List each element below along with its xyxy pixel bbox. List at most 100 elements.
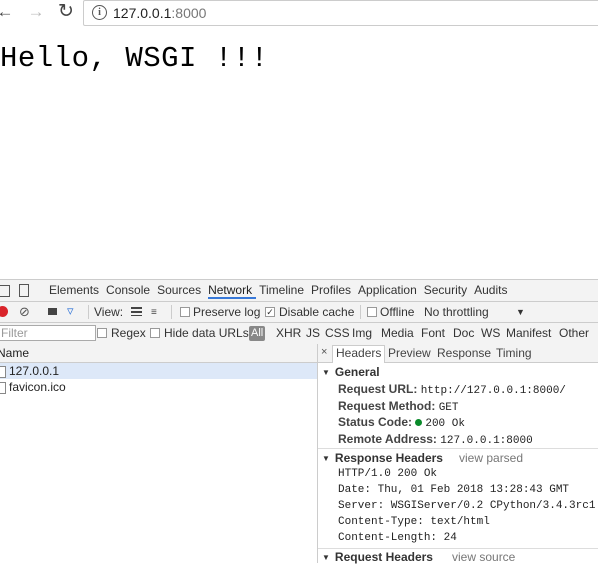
address-bar[interactable]: i 127.0.0.1:8000 xyxy=(83,0,598,26)
device-mode-icon[interactable] xyxy=(19,284,29,297)
view-parsed-link[interactable]: view parsed xyxy=(459,451,523,465)
request-url-row: Request URL: http://127.0.0.1:8000/ xyxy=(338,382,566,397)
preserve-log-label: Preserve log xyxy=(193,305,261,319)
tab-profiles[interactable]: Profiles xyxy=(311,283,355,299)
disable-cache-label: Disable cache xyxy=(279,305,355,319)
response-headers-section-header[interactable]: ▼ Response Headers xyxy=(322,451,443,465)
record-icon[interactable] xyxy=(0,306,8,317)
filter-other[interactable]: Other xyxy=(559,326,589,340)
general-section-header[interactable]: ▼ General xyxy=(322,365,380,379)
file-icon xyxy=(0,382,6,394)
regex-label: Regex xyxy=(111,326,146,340)
status-code-row: Status Code: 200 Ok xyxy=(338,415,465,430)
devtools-tabs: Elements Console Sources Network Timelin… xyxy=(49,283,514,299)
devtools-panel: Elements Console Sources Network Timelin… xyxy=(0,279,598,564)
status-code-label: Status Code: xyxy=(338,415,413,429)
tab-timing[interactable]: Timing xyxy=(496,346,532,360)
filter-img[interactable]: Img xyxy=(352,326,372,340)
tab-elements[interactable]: Elements xyxy=(49,283,103,299)
back-arrow-icon[interactable]: ← xyxy=(0,3,14,21)
inspect-element-icon[interactable] xyxy=(0,285,10,297)
page-body-text: Hello, WSGI !!! xyxy=(0,42,269,75)
response-header-line: Date: Thu, 01 Feb 2018 13:28:43 GMT xyxy=(338,484,570,496)
toolbar-divider xyxy=(88,305,89,319)
tab-headers[interactable]: Headers xyxy=(332,345,386,363)
status-ok-icon xyxy=(415,419,423,426)
request-method-label: Request Method: xyxy=(338,399,436,413)
capture-screenshots-icon[interactable] xyxy=(48,308,57,315)
close-icon[interactable]: × xyxy=(321,346,327,358)
tab-network[interactable]: Network xyxy=(208,283,257,299)
devtools-tabbar: Elements Console Sources Network Timelin… xyxy=(0,280,598,302)
filter-css[interactable]: CSS xyxy=(325,326,350,340)
disable-cache-checkbox[interactable]: ✓ xyxy=(265,307,275,317)
filter-doc[interactable]: Doc xyxy=(453,326,474,340)
tab-response[interactable]: Response xyxy=(437,346,491,360)
request-details: × Headers Preview Response Timing ▼ Gener… xyxy=(318,344,598,564)
hide-data-urls-label: Hide data URLs xyxy=(164,326,249,340)
reload-icon[interactable]: ↻ xyxy=(57,2,75,21)
response-header-line: Content-Length: 24 xyxy=(338,532,457,544)
url-text[interactable]: 127.0.0.1:8000 xyxy=(113,5,206,21)
tab-console[interactable]: Console xyxy=(106,283,154,299)
remote-address-label: Remote Address: xyxy=(338,432,437,446)
filter-icon[interactable]: ▿ xyxy=(67,303,74,319)
clear-icon[interactable]: ⊘ xyxy=(19,304,30,320)
chevron-down-icon[interactable]: ▼ xyxy=(516,307,525,317)
tab-preview[interactable]: Preview xyxy=(388,346,431,360)
tab-sources[interactable]: Sources xyxy=(157,283,205,299)
remote-address-row: Remote Address: 127.0.0.1:8000 xyxy=(338,432,533,447)
toolbar-divider xyxy=(171,305,172,319)
filter-input[interactable]: Filter xyxy=(0,325,96,341)
name-column-label: Name xyxy=(0,346,30,360)
request-method-value: GET xyxy=(438,402,459,414)
details-tabbar: × Headers Preview Response Timing xyxy=(318,344,598,363)
response-header-line: Server: WSGIServer/0.2 CPython/3.4.3rc1 xyxy=(338,500,596,512)
response-headers-title: Response Headers xyxy=(334,451,443,465)
expand-triangle-icon: ▼ xyxy=(322,553,330,562)
forward-arrow-icon[interactable]: → xyxy=(27,3,45,21)
throttling-select[interactable]: No throttling xyxy=(424,305,489,319)
expand-triangle-icon: ▼ xyxy=(322,454,330,463)
request-url-value: http://127.0.0.1:8000/ xyxy=(420,385,566,397)
hide-data-urls-checkbox[interactable] xyxy=(150,328,160,338)
request-url-label: Request URL: xyxy=(338,382,418,396)
info-icon[interactable]: i xyxy=(92,5,107,20)
tab-application[interactable]: Application xyxy=(358,283,421,299)
tab-timeline[interactable]: Timeline xyxy=(259,283,308,299)
request-list: Name 127.0.0.1 favicon.ico xyxy=(0,344,318,563)
remote-address-value: 127.0.0.1:8000 xyxy=(440,435,533,447)
response-header-line: HTTP/1.0 200 Ok xyxy=(338,468,438,480)
tab-security[interactable]: Security xyxy=(424,283,471,299)
filter-manifest[interactable]: Manifest xyxy=(506,326,551,340)
network-toolbar: ⊘ ▿ View: ≡ Preserve log ✓ Disable cache… xyxy=(0,302,598,323)
name-column-header[interactable]: Name xyxy=(0,344,317,363)
section-divider xyxy=(318,448,598,449)
url-host: 127.0.0.1 xyxy=(113,5,172,21)
overview-icon[interactable]: ≡ xyxy=(151,307,157,318)
offline-checkbox[interactable] xyxy=(367,307,377,317)
filter-all-button[interactable]: All xyxy=(249,326,266,341)
preserve-log-checkbox[interactable] xyxy=(180,307,190,317)
filter-media[interactable]: Media xyxy=(381,326,414,340)
response-header-line: Content-Type: text/html xyxy=(338,516,490,528)
view-label: View: xyxy=(94,305,124,319)
filter-xhr[interactable]: XHR xyxy=(276,326,301,340)
toolbar-divider xyxy=(360,305,361,319)
filter-ws[interactable]: WS xyxy=(481,326,500,340)
table-row[interactable]: favicon.ico xyxy=(0,379,317,395)
expand-triangle-icon: ▼ xyxy=(322,368,330,377)
file-icon xyxy=(0,366,6,378)
general-title: General xyxy=(334,365,380,379)
offline-label: Offline xyxy=(380,305,415,319)
section-divider xyxy=(318,548,598,549)
status-code-value: 200 Ok xyxy=(425,418,465,430)
tab-audits[interactable]: Audits xyxy=(474,283,511,299)
filter-font[interactable]: Font xyxy=(421,326,445,340)
regex-checkbox[interactable] xyxy=(97,328,107,338)
table-row[interactable]: 127.0.0.1 xyxy=(0,363,317,379)
large-rows-icon[interactable] xyxy=(131,307,142,316)
filter-js[interactable]: JS xyxy=(306,326,320,340)
request-method-row: Request Method: GET xyxy=(338,399,459,414)
browser-toolbar: ← → ↻ i 127.0.0.1:8000 xyxy=(0,0,598,26)
